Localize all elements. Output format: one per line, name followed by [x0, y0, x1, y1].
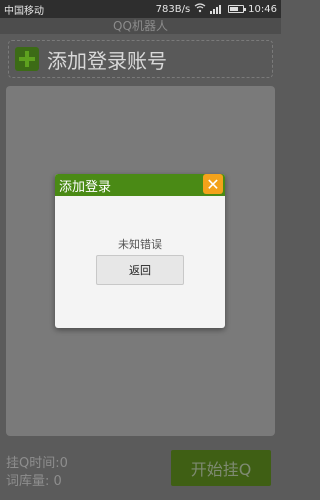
close-icon[interactable]: ✕ [203, 174, 223, 194]
error-dialog: 添加登录 ✕ 未知错误 返回 [55, 174, 225, 328]
back-button[interactable]: 返回 [96, 255, 184, 285]
dialog-message: 未知错误 [118, 238, 162, 251]
dialog-title: 添加登录 [59, 179, 112, 195]
dialog-header: 添加登录 ✕ [55, 174, 225, 196]
